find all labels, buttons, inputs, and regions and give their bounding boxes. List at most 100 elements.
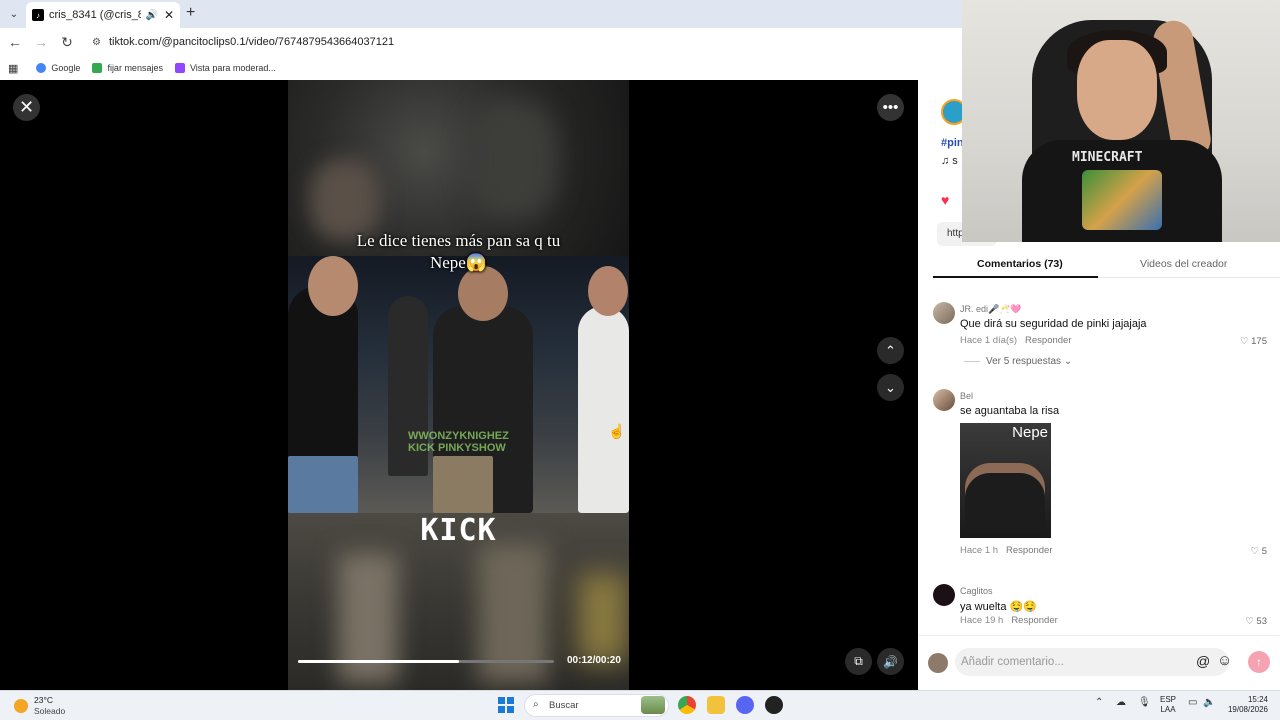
obs-icon[interactable] bbox=[765, 696, 783, 714]
volume-button[interactable]: 🔊 bbox=[877, 648, 904, 675]
video-main-frame bbox=[288, 256, 629, 513]
forward-button[interactable]: → bbox=[30, 34, 52, 50]
browser-tab-strip: ⌄ ♪ cris_8341 (@cris_8341) | Tik 🔊 ✕ + bbox=[0, 0, 962, 28]
wifi-icon[interactable]: ▭ bbox=[1188, 697, 1197, 708]
webcam-overlay: MINECRAFT bbox=[962, 0, 1280, 242]
new-tab-button[interactable]: + bbox=[186, 4, 195, 22]
mouse-cursor-icon: ☝ bbox=[608, 423, 626, 439]
webcam-face bbox=[1077, 40, 1157, 140]
apps-grid-icon[interactable]: ▦ bbox=[8, 62, 18, 75]
browser-tab[interactable]: ♪ cris_8341 (@cris_8341) | Tik 🔊 ✕ bbox=[26, 2, 180, 28]
microphone-icon[interactable]: 🎙 bbox=[1138, 697, 1151, 708]
bookmark-vista-moderador[interactable]: Vista para moderad... bbox=[174, 63, 276, 73]
comment-time: Hace 1 día(s) bbox=[960, 335, 1018, 346]
tab-search-menu[interactable]: ⌄ bbox=[4, 4, 24, 24]
comment-time: Hace 19 h bbox=[960, 615, 1004, 626]
video-pants bbox=[433, 456, 493, 513]
chat-icon bbox=[92, 63, 103, 73]
replies-label: Ver 5 respuestas bbox=[986, 356, 1062, 367]
url-field[interactable]: ⚙ tiktok.com/@pancitoclips0.1/video/7674… bbox=[92, 36, 394, 48]
close-video-button[interactable]: ✕ bbox=[13, 94, 40, 121]
widget-icon[interactable] bbox=[641, 696, 665, 714]
view-replies-button[interactable]: Ver 5 respuestas ⌄ bbox=[964, 356, 1072, 367]
video-face bbox=[458, 266, 508, 321]
watermark-line: KICK PINKYSHOW bbox=[408, 442, 506, 454]
volume-icon[interactable]: 🔈 bbox=[1203, 697, 1215, 708]
comment-avatar[interactable] bbox=[933, 389, 955, 411]
my-avatar bbox=[928, 653, 948, 673]
video-watermark: WWONZYKNIGHEZ KICK PINKYSHOW bbox=[408, 430, 509, 454]
comment-like[interactable]: ♡ 175 bbox=[1240, 336, 1267, 347]
caption-line: Le dice tienes más pan sa q tu bbox=[356, 231, 561, 250]
search-icon: ⌕ bbox=[533, 699, 539, 710]
next-video-button[interactable]: ⌄ bbox=[877, 374, 904, 401]
language-code: ESP bbox=[1160, 695, 1177, 704]
weather-temperature[interactable]: 23°C bbox=[34, 695, 53, 705]
chevron-down-icon: ⌄ bbox=[1063, 356, 1073, 367]
video-progress-bar[interactable] bbox=[298, 660, 554, 663]
music-label[interactable]: ♫ s bbox=[941, 155, 958, 167]
reply-button[interactable]: Responder bbox=[1006, 545, 1052, 556]
video-player[interactable]: Le dice tienes más pan sa q tu Nepe😱 WWO… bbox=[288, 80, 629, 690]
reload-button[interactable]: ↻ bbox=[56, 34, 78, 51]
comment-avatar[interactable] bbox=[933, 584, 955, 606]
keyboard-layout: LAA bbox=[1160, 705, 1176, 714]
video-stage: ✕ ⌕ ••• bbox=[0, 80, 918, 690]
video-blur-shape bbox=[578, 573, 628, 663]
comment-like[interactable]: ♡ 5 bbox=[1251, 546, 1267, 557]
comment-image-caption: Nepe bbox=[1012, 424, 1048, 441]
windows-taskbar: 23°C Soleado ⌕ Buscar ⌃ ☁ 🎙 ESP LAA ▭ 🔈 15… bbox=[0, 690, 1280, 720]
comment-avatar[interactable] bbox=[933, 302, 955, 324]
webcam-shirt-art bbox=[1082, 170, 1162, 230]
comment-username[interactable]: JR. edi🎤🥂🩷 bbox=[960, 304, 1022, 315]
comment-like[interactable]: ♡ 53 bbox=[1245, 616, 1267, 627]
video-blur-shape bbox=[468, 100, 558, 220]
comment-text: Que dirá su seguridad de pinki jajajaja bbox=[960, 318, 1147, 330]
back-button[interactable]: ← bbox=[4, 34, 26, 50]
comment-meta: Hace 1 h Responder bbox=[960, 545, 1053, 556]
send-comment-button[interactable]: ↑ bbox=[1248, 651, 1270, 673]
tab-creator-videos[interactable]: Videos del creador bbox=[1140, 258, 1227, 270]
like-count: 5 bbox=[1261, 546, 1267, 557]
windows-start-icon[interactable] bbox=[498, 697, 514, 713]
comment-username[interactable]: Bel bbox=[960, 391, 973, 401]
speaker-icon[interactable]: 🔊 bbox=[145, 10, 157, 21]
taskbar-clock[interactable]: 15:24 19/08/2026 bbox=[1222, 695, 1268, 715]
sun-icon[interactable] bbox=[14, 699, 28, 713]
network-app-icon[interactable]: ☁ bbox=[1116, 697, 1126, 708]
comment-input[interactable] bbox=[955, 648, 1229, 676]
file-explorer-icon[interactable] bbox=[707, 696, 725, 714]
bookmark-google[interactable]: Google bbox=[36, 63, 80, 73]
tab-comments[interactable]: Comentarios (73) bbox=[977, 258, 1063, 270]
site-info-icon[interactable]: ⚙ bbox=[92, 37, 101, 48]
close-tab-icon[interactable]: ✕ bbox=[164, 8, 174, 22]
previous-video-button[interactable]: ⌃ bbox=[877, 337, 904, 364]
watermark-line: WWONZYKNIGHEZ bbox=[408, 430, 509, 442]
bookmark-fijar-mensajes[interactable]: fijar mensajes bbox=[92, 63, 163, 73]
more-options-button[interactable]: ••• bbox=[877, 94, 904, 121]
twitch-icon bbox=[174, 63, 185, 73]
panel-tabs: Comentarios (73) Videos del creador bbox=[933, 252, 1280, 278]
tray-expand-icon[interactable]: ⌃ bbox=[1095, 697, 1103, 708]
comment-username[interactable]: Caglitos bbox=[960, 586, 993, 596]
discord-icon[interactable] bbox=[736, 696, 754, 714]
comment-item: Bel se aguantaba la risa Nepe Hace 1 h Re… bbox=[933, 389, 1273, 564]
video-caption: Le dice tienes más pan sa q tu Nepe😱 bbox=[288, 230, 629, 274]
video-hashtag[interactable]: #pin bbox=[941, 137, 964, 149]
comment-text: se aguantaba la risa bbox=[960, 405, 1060, 417]
video-blur-shape bbox=[310, 160, 380, 240]
emoji-icon[interactable]: ☺ bbox=[1217, 652, 1232, 669]
video-person bbox=[578, 306, 629, 513]
weather-description[interactable]: Soleado bbox=[34, 706, 65, 716]
video-blur-shape bbox=[338, 553, 398, 683]
heart-icon[interactable]: ♥ bbox=[941, 192, 949, 208]
comment-image[interactable]: Nepe bbox=[960, 423, 1051, 538]
mention-icon[interactable]: @ bbox=[1196, 653, 1210, 669]
chrome-icon[interactable] bbox=[678, 696, 696, 714]
reply-button[interactable]: Responder bbox=[1025, 335, 1071, 346]
taskbar-search-label: Buscar bbox=[549, 700, 579, 711]
reply-button[interactable]: Responder bbox=[1011, 615, 1057, 626]
floating-player-button[interactable]: ⧉ bbox=[845, 648, 872, 675]
language-indicator[interactable]: ESP LAA bbox=[1160, 695, 1176, 715]
kick-logo: KICK bbox=[420, 513, 497, 548]
